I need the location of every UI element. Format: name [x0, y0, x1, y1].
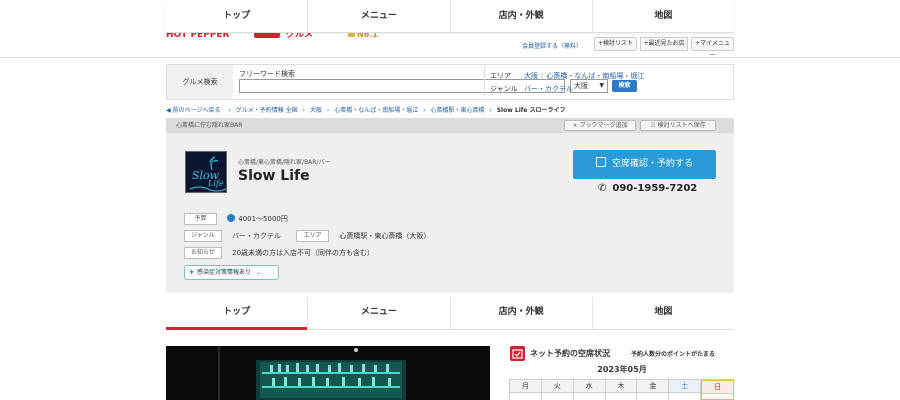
notice-tag: お知らせ — [184, 247, 222, 259]
genre-link[interactable]: バー・カクテル — [524, 85, 573, 93]
calendar-day-column: 土 — [669, 380, 702, 400]
save-compare-button[interactable]: ☰ 検討リストへ保存 — [640, 120, 716, 131]
shop-photo[interactable] — [166, 346, 490, 400]
star-icon: ★ — [572, 122, 578, 129]
chevron-down-icon: ▼ — [599, 82, 604, 89]
area-tag: エリア — [296, 230, 330, 242]
weekday-label: 火 — [541, 380, 573, 393]
genre-row: ジャンル バー・カクテル — [490, 84, 573, 94]
genre-tag: ジャンル — [184, 230, 222, 242]
area-value: 心斎橋駅・東心斎橋（大阪） — [339, 232, 431, 240]
area-select[interactable]: 大阪 ▼ — [570, 79, 608, 93]
calendar-grid: 月 火 水 木 金 土 日 — [509, 379, 735, 400]
search-section-label: グルメ検索 — [167, 65, 233, 99]
calendar-day-column: 水 — [573, 380, 606, 400]
shop-logo-image: Slow Life — [185, 151, 227, 193]
shop-caption: 心斎橋に佇む隠れ家BAR — [176, 122, 243, 129]
weekday-label: 水 — [573, 380, 605, 393]
shop-category: 心斎橋/東心斎橋/隠れ家/BAR/バー — [238, 159, 331, 166]
calendar-day-column: 金 — [637, 380, 670, 400]
search-divider — [484, 67, 485, 97]
area-row: エリア 大阪 | 心斎橋・なんば・南船場・堀江 — [490, 72, 645, 80]
weekday-label: 金 — [637, 380, 669, 393]
header-divider — [0, 57, 900, 58]
weekday-label: 土 — [669, 380, 701, 393]
calendar-day-column: 火 — [541, 380, 574, 400]
genre-label: ジャンル — [490, 85, 518, 93]
freeword-label: フリーワード検索 — [239, 70, 295, 78]
recent-shops-button[interactable]: +最近見たお店 — [640, 37, 688, 51]
area-link-shinsaibashi[interactable]: 心斎橋・なんば・南船場・堀江 — [546, 72, 644, 80]
infection-info-button[interactable]: ✚ 感染症対策情報あり ⌄ — [184, 265, 279, 280]
budget-value: 4001～5000円 — [238, 215, 288, 223]
sparkle-icon: ✚ — [189, 269, 195, 276]
area-label: エリア — [490, 72, 511, 80]
sticky-tab-bar: トップ メニュー 店内・外観 地図 — [166, 0, 734, 33]
tab-menu[interactable]: メニュー — [308, 0, 451, 32]
notice-value: 20歳未満の方は入店不可（同伴の方も含む） — [232, 249, 375, 257]
list-icon: ☰ — [650, 122, 656, 129]
calendar-day-column: 日 — [701, 380, 735, 400]
gourmet-search: グルメ検索 フリーワード検索 大阪 ▼ 検索 エリア 大阪 | 心斎橋・なんば・南船場… — [166, 64, 734, 100]
phone-number[interactable]: ✆ 090-1959-7202 — [598, 183, 697, 194]
svg-text:HOT PEPPER: HOT PEPPER — [166, 33, 230, 38]
breadcrumb-separator-icon: › — [423, 107, 426, 114]
svg-text:グルメ: グルメ — [286, 33, 313, 38]
breadcrumb-item[interactable]: 心斎橋・なんば・南船場・堀江 — [334, 107, 418, 114]
shop-tab-bar: トップ メニュー 店内・外観 地図 — [166, 297, 734, 330]
weekday-label: 木 — [605, 380, 637, 393]
breadcrumb-separator-icon: › — [489, 107, 492, 114]
area-link-osaka[interactable]: 大阪 — [524, 72, 538, 80]
budget-row: 予算 4001～5000円 — [184, 213, 288, 225]
tab-interior[interactable]: 店内・外観 — [451, 297, 593, 329]
search-button[interactable]: 検索 — [612, 80, 637, 92]
breadcrumb-separator-icon: › — [302, 107, 306, 114]
svg-text:Life: Life — [207, 179, 224, 188]
notice-row: お知らせ 20歳未満の方は入店不可（同伴の方も含む） — [184, 247, 374, 259]
weekday-label: 日 — [702, 381, 734, 394]
shop-caption-bar: 心斎橋に佇む隠れ家BAR ★ ブックマーク追加 ☰ 検討リストへ保存 — [166, 118, 734, 133]
register-link[interactable]: 会員登録する（無料） — [522, 41, 582, 50]
calendar-month: 2023年05月 — [597, 365, 647, 374]
shop-name: Slow Life — [238, 168, 310, 184]
breadcrumb-item[interactable]: 大阪 — [310, 107, 322, 114]
tab-interior[interactable]: 店内・外観 — [451, 0, 593, 32]
calendar-icon — [595, 157, 606, 167]
tab-menu[interactable]: メニュー — [308, 297, 451, 329]
my-menu-button[interactable]: +マイメニュー — [691, 37, 734, 59]
phone-icon: ✆ — [598, 183, 607, 194]
breadcrumb: ◀ 前のページへ戻る › グルメ・予約情報 全国 › 大阪 › 心斎橋・なんば・南… — [166, 105, 766, 114]
genre-area-row: ジャンル バー・カクテル エリア 心斎橋駅・東心斎橋（大阪） — [184, 230, 430, 242]
calendar-day-column: 月 — [510, 380, 542, 400]
chevron-left-icon: ◀ — [166, 107, 171, 114]
calendar-day-column: 木 — [605, 380, 638, 400]
tab-map[interactable]: 地図 — [593, 297, 734, 329]
chevron-double-down-icon: ⌄ — [255, 269, 261, 276]
breadcrumb-item[interactable]: 心斎橋駅・東心斎橋 — [430, 107, 484, 114]
weekday-label: 月 — [510, 380, 541, 393]
tab-top[interactable]: トップ — [166, 297, 309, 330]
calendar-title: ネット予約の空席状況 — [530, 349, 610, 358]
tab-top[interactable]: トップ — [166, 0, 309, 32]
dinner-icon — [227, 214, 236, 222]
bookmark-button[interactable]: ★ ブックマーク追加 — [564, 120, 636, 131]
budget-tag: 予算 — [184, 213, 217, 225]
breadcrumb-separator-icon: › — [326, 107, 330, 114]
genre-value: バー・カクテル — [231, 232, 281, 240]
calendar-points-note: 予約人数分のポイントがたまる — [631, 351, 715, 358]
compare-list-button[interactable]: +検討リスト — [594, 37, 637, 51]
tab-map[interactable]: 地図 — [593, 0, 734, 32]
breadcrumb-current: Slow Life スローライフ — [496, 107, 566, 114]
calendar-icon — [510, 346, 525, 361]
reserve-button[interactable]: 空席確認・予約する — [573, 150, 716, 179]
back-link[interactable]: ◀ 前のページへ戻る — [166, 107, 224, 114]
breadcrumb-separator-icon: › — [228, 107, 231, 114]
breadcrumb-item[interactable]: グルメ・予約情報 全国 — [236, 107, 298, 114]
